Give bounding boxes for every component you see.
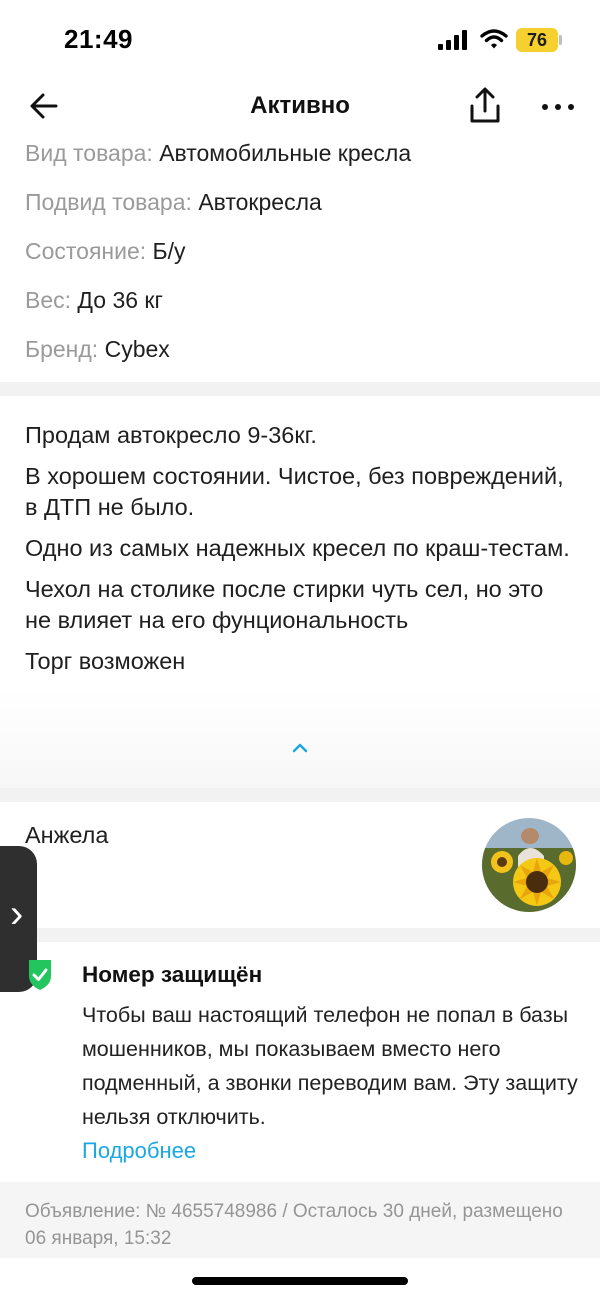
param-label: Состояние: [25, 238, 147, 264]
param-label: Подвид товара: [25, 189, 192, 215]
param-label: Бренд: [25, 336, 99, 362]
param-label: Вес: [25, 287, 72, 313]
battery-tip [559, 35, 562, 45]
protection-text: Чтобы ваш настоящий телефон не попал в б… [82, 1003, 578, 1129]
listing-info: Объявление: № 4655748986 / Осталось 30 д… [0, 1182, 600, 1258]
shield-check-icon [29, 960, 51, 990]
param-row-type: Вид товара: Автомобильные кресла [25, 140, 411, 167]
param-row-condition: Состояние: Б/у [25, 238, 186, 265]
param-row-subtype: Подвид товара: Автокресла [25, 189, 322, 216]
chevron-right-icon: › [10, 892, 24, 936]
description-paragraph: В хорошем состоянии. Чистое, без поврежд… [25, 463, 564, 520]
nav-bar: Активно [0, 78, 600, 138]
description: Продам автокресло 9-36кг. В хорошем сост… [25, 420, 570, 687]
param-value: Cybex [104, 336, 170, 362]
section-divider [0, 382, 600, 396]
param-value: Автомобильные кресла [159, 140, 412, 166]
status-bar: 21:49 76 [0, 0, 600, 78]
seller-avatar[interactable] [482, 818, 576, 912]
param-value: До 36 кг [77, 287, 163, 313]
description-paragraph: Продам автокресло 9-36кг. [25, 422, 317, 448]
description-paragraph: Торг возможен [25, 648, 186, 674]
protection-title: Номер защищён [82, 962, 263, 987]
param-value: Автокресла [198, 189, 322, 215]
more-options-icon[interactable] [538, 88, 578, 124]
param-row-weight: Вес: До 36 кг [25, 287, 163, 314]
section-divider [0, 788, 600, 802]
listing-info-text: Объявление: № 4655748986 / Осталось 30 д… [25, 1201, 563, 1249]
share-icon[interactable] [466, 86, 504, 126]
description-paragraph: Чехол на столике после стирки чуть сел, … [25, 576, 544, 633]
section-divider [0, 928, 600, 942]
home-indicator[interactable] [192, 1277, 408, 1285]
battery-icon: 76 [516, 28, 558, 52]
description-paragraph: Одно из самых надежных кресел по краш-те… [25, 535, 570, 561]
status-time: 21:49 [64, 24, 133, 54]
seller-name[interactable]: Анжела [25, 822, 108, 849]
param-label: Вид товара: [25, 140, 153, 166]
chevron-up-icon[interactable] [288, 738, 312, 758]
param-row-brand: Бренд: Cybex [25, 336, 170, 363]
more-info-link[interactable]: Подробнее [82, 1138, 196, 1164]
wifi-icon [480, 29, 508, 49]
page-title: Активно [250, 92, 350, 119]
param-value: Б/у [152, 238, 186, 264]
cellular-signal-icon [438, 30, 468, 50]
